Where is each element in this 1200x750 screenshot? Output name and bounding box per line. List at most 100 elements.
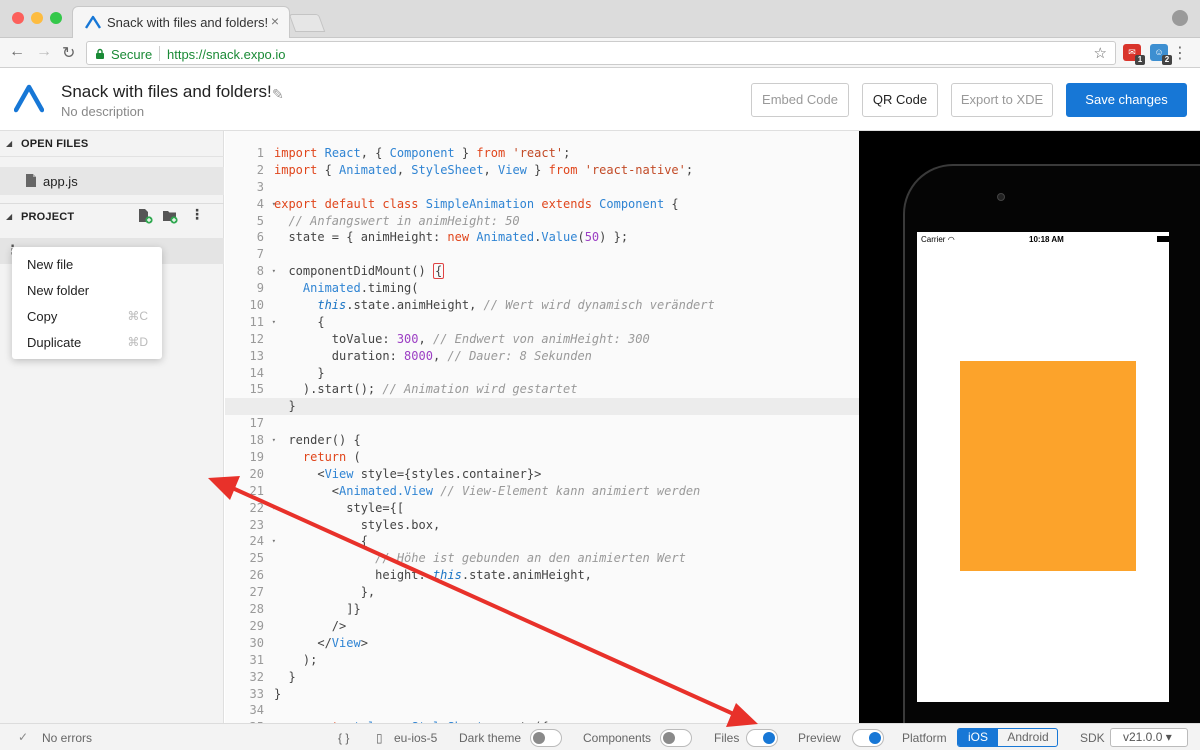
code-line[interactable]: return ( xyxy=(274,449,859,466)
code-line[interactable]: ); xyxy=(274,652,859,669)
code-line[interactable]: toValue: 300, // Endwert von animHeight:… xyxy=(274,331,859,348)
open-file-item[interactable]: app.js xyxy=(0,167,224,195)
line-number: 33 xyxy=(249,686,264,701)
code-line[interactable]: } xyxy=(274,669,859,686)
code-line[interactable]: // Anfangswert in animHeight: 50 xyxy=(274,213,859,230)
platform-ios-button[interactable]: iOS xyxy=(958,729,998,746)
new-tab-button[interactable] xyxy=(288,14,326,32)
code-line[interactable]: </View> xyxy=(274,635,859,652)
new-folder-icon[interactable] xyxy=(162,208,178,224)
toggle-knob xyxy=(533,732,545,744)
prettify-braces-button[interactable]: { } xyxy=(338,731,349,745)
new-file-icon[interactable] xyxy=(137,208,153,224)
line-number: 9 xyxy=(256,281,264,296)
address-bar[interactable]: Secure https://snack.expo.io ☆ xyxy=(86,41,1116,65)
window-close-button[interactable] xyxy=(12,12,24,24)
code-line[interactable]: <Animated.View // View-Element kann anim… xyxy=(274,483,859,500)
code-line[interactable]: // Höhe ist gebunden an den animierten W… xyxy=(274,550,859,567)
device-id[interactable]: eu-ios-5 xyxy=(394,731,437,745)
browser-menu-icon[interactable]: ⋮ xyxy=(1172,43,1188,63)
code-line[interactable]: state = { animHeight: new Animated.Value… xyxy=(274,229,859,246)
line-number: 11 ▾ xyxy=(249,314,276,329)
platform-switch: iOS Android xyxy=(957,728,1058,747)
collapse-triangle-icon: ◢ xyxy=(6,139,13,148)
menu-item-duplicate[interactable]: Duplicate ⌘D xyxy=(12,329,162,355)
line-number: 21 xyxy=(249,483,264,498)
qr-code-button[interactable]: QR Code xyxy=(862,83,938,117)
code-line[interactable]: } xyxy=(274,365,859,382)
sdk-version-select[interactable]: v21.0.0 ▾ xyxy=(1110,728,1188,747)
project-title[interactable]: Snack with files and folders! xyxy=(61,82,272,102)
code-line[interactable]: render() { xyxy=(274,432,859,449)
code-line[interactable]: } xyxy=(274,686,859,703)
code-line[interactable]: import { Animated, StyleSheet, View } fr… xyxy=(274,162,859,179)
file-icon xyxy=(26,174,36,187)
code-line[interactable]: this.state.animHeight, // Wert wird dyna… xyxy=(274,297,859,314)
code-line[interactable]: } xyxy=(225,398,859,416)
lock-icon xyxy=(96,48,104,59)
code-line[interactable]: { xyxy=(274,314,859,331)
bookmark-star-icon[interactable]: ☆ xyxy=(1094,44,1107,62)
code-content[interactable]: import React, { Component } from 'react'… xyxy=(225,145,859,723)
platform-android-button[interactable]: Android xyxy=(998,729,1057,746)
code-line[interactable]: styles.box, xyxy=(274,517,859,534)
reload-icon[interactable]: ↻ xyxy=(62,43,75,63)
components-toggle[interactable] xyxy=(660,729,692,747)
save-changes-button[interactable]: Save changes xyxy=(1066,83,1187,117)
code-line[interactable]: ).start(); // Animation wird gestartet xyxy=(274,381,859,398)
project-description[interactable]: No description xyxy=(61,104,144,119)
open-files-header[interactable]: ◢ OPEN FILES xyxy=(0,131,224,157)
menu-item-copy[interactable]: Copy ⌘C xyxy=(12,303,162,329)
line-number: 15 xyxy=(249,382,264,397)
more-options-icon[interactable]: ⋮ xyxy=(190,206,206,222)
code-line[interactable]: import React, { Component } from 'react'… xyxy=(274,145,859,162)
dark-theme-toggle[interactable] xyxy=(530,729,562,747)
code-line[interactable]: }, xyxy=(274,584,859,601)
line-number: 25 xyxy=(249,551,264,566)
tab-title: Snack with files and folders! xyxy=(107,15,269,30)
extension-person-icon[interactable]: ☺ 2 xyxy=(1150,44,1172,65)
code-line[interactable]: export default class SimpleAnimation ext… xyxy=(274,196,859,213)
profile-icon[interactable] xyxy=(1172,10,1188,26)
menu-item-new-folder[interactable]: New folder xyxy=(12,277,162,303)
extension-mail-icon[interactable]: ✉ 1 xyxy=(1123,44,1145,65)
window-maximize-button[interactable] xyxy=(50,12,62,24)
project-header[interactable]: ◢ PROJECT ⋮ xyxy=(0,203,224,229)
preview-toggle[interactable] xyxy=(852,729,884,747)
line-number: 28 xyxy=(249,602,264,617)
code-line[interactable]: { xyxy=(274,533,859,550)
forward-arrow-icon[interactable]: → xyxy=(36,43,52,61)
code-line[interactable]: Animated.timing( xyxy=(274,280,859,297)
code-line[interactable] xyxy=(274,179,859,196)
code-line[interactable]: height: this.state.animHeight, xyxy=(274,567,859,584)
line-number: 5 xyxy=(256,213,264,228)
line-number-gutter: 1234▾5678▾91011▾12131415161718▾19202122▾… xyxy=(225,145,276,723)
code-line[interactable]: ]} xyxy=(274,601,859,618)
code-line[interactable] xyxy=(274,702,859,719)
line-number: 7 xyxy=(256,247,264,262)
browser-tab[interactable]: Snack with files and folders! × xyxy=(72,6,290,38)
line-number: 8 ▾ xyxy=(256,264,276,279)
code-line[interactable]: componentDidMount() { xyxy=(274,263,859,280)
code-line[interactable]: <View style={styles.container}> xyxy=(274,466,859,483)
browser-toolbar: ← → ↻ Secure https://snack.expo.io ☆ ✉ 1 … xyxy=(0,38,1200,68)
code-line[interactable] xyxy=(274,246,859,263)
files-toggle[interactable] xyxy=(746,729,778,747)
code-line[interactable]: style={[ xyxy=(274,500,859,517)
code-editor[interactable]: 1234▾5678▾91011▾12131415161718▾19202122▾… xyxy=(225,131,859,723)
export-to-xde-button[interactable]: Export to XDE xyxy=(951,83,1053,117)
code-line[interactable]: /> xyxy=(274,618,859,635)
carrier-label: Carrier ◠ xyxy=(921,235,955,244)
code-line[interactable] xyxy=(274,415,859,432)
edit-pencil-icon[interactable]: ✎ xyxy=(272,86,284,103)
back-arrow-icon[interactable]: ← xyxy=(9,43,25,61)
menu-item-label: New folder xyxy=(27,283,90,298)
tab-close-icon[interactable]: × xyxy=(271,13,279,29)
expo-logo-icon[interactable] xyxy=(14,83,44,113)
phone-screen[interactable]: Carrier ◠ 10:18 AM xyxy=(917,232,1169,702)
collapse-triangle-icon: ◢ xyxy=(6,212,13,221)
code-line[interactable]: duration: 8000, // Dauer: 8 Sekunden xyxy=(274,348,859,365)
menu-item-new-file[interactable]: New file xyxy=(12,251,162,277)
window-minimize-button[interactable] xyxy=(31,12,43,24)
embed-code-button[interactable]: Embed Code xyxy=(751,83,849,117)
